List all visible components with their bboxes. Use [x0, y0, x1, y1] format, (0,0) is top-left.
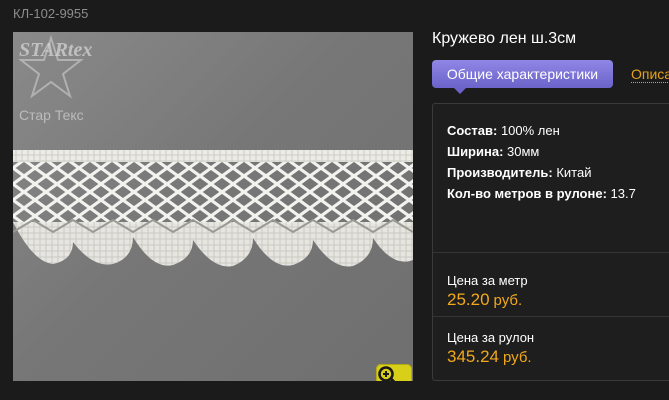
spec-value: 13.7: [610, 186, 636, 201]
product-title: Кружево лен ш.3см: [432, 30, 577, 47]
spec-label: Состав:: [447, 123, 498, 138]
price-per-roll: 345.24 руб.: [447, 347, 532, 367]
divider: [433, 316, 669, 317]
spec-label: Кол-во метров в рулоне:: [447, 186, 607, 201]
spec-value: Китай: [556, 165, 592, 180]
price-per-meter: 25.20 руб.: [447, 290, 522, 310]
tab-description[interactable]: Описа: [631, 66, 669, 83]
price-per-meter-value: 25.20: [447, 290, 490, 309]
zoom-in-icon: [378, 366, 396, 381]
divider: [433, 252, 669, 253]
spec-value: 30мм: [507, 144, 540, 159]
spec-row: Ширина: 30мм: [447, 141, 636, 162]
price-per-roll-currency: руб.: [503, 349, 532, 366]
watermark-subtitle: Стар Текс: [19, 107, 84, 123]
product-photo[interactable]: STARtex Стар Текс: [13, 32, 413, 381]
spec-row: Кол-во метров в рулоне: 13.7: [447, 183, 636, 204]
characteristics-panel: Состав: 100% лен Ширина: 30мм Производит…: [432, 103, 669, 381]
spec-value: 100% лен: [500, 123, 560, 138]
watermark-brand: STARtex: [19, 39, 92, 61]
price-per-meter-currency: руб.: [493, 292, 523, 309]
spec-label: Ширина:: [447, 144, 504, 159]
price-per-roll-label: Цена за рулон: [447, 330, 535, 345]
price-per-roll-value: 345.24: [447, 347, 499, 366]
spec-row: Производитель: Китай: [447, 162, 636, 183]
spec-label: Производитель:: [447, 165, 553, 180]
price-per-meter-label: Цена за метр: [447, 273, 528, 288]
tab-general[interactable]: Общие характеристики: [432, 60, 613, 94]
product-sku: КЛ-102-9955: [13, 6, 89, 21]
lace-image: STARtex Стар Текс: [13, 34, 413, 267]
spec-list: Состав: 100% лен Ширина: 30мм Производит…: [447, 120, 636, 204]
spec-row: Состав: 100% лен: [447, 120, 636, 141]
zoom-button[interactable]: [376, 364, 412, 381]
